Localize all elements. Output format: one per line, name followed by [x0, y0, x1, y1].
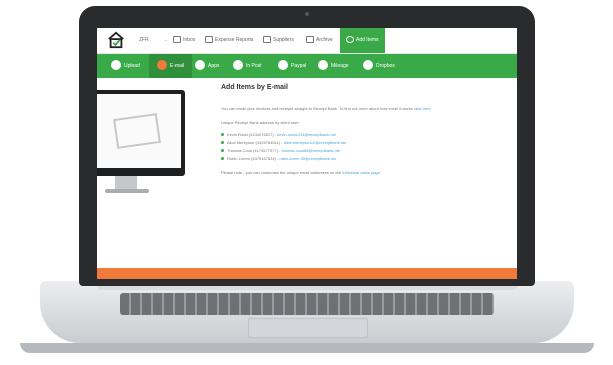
org-label: ZFR — [139, 37, 149, 43]
camera-icon — [305, 12, 309, 16]
footer-bar — [97, 268, 517, 279]
nav-archive[interactable]: Archive — [306, 28, 333, 53]
laptop-foot — [20, 343, 594, 353]
tab-mileage[interactable]: Mileage — [318, 54, 349, 78]
paypal-icon — [278, 59, 288, 70]
nav-inbox[interactable]: Inbox — [173, 28, 195, 53]
email-link[interactable]: thomas.cook88@receiptbank.me — [281, 148, 340, 153]
envelope-icon — [113, 113, 161, 149]
nav-add-items[interactable]: Add Items — [340, 28, 385, 53]
tab-apps[interactable]: Apps — [195, 54, 219, 78]
addresses-heading: Unique Receipt Bank address by client us… — [221, 120, 300, 125]
add-icon — [346, 36, 354, 44]
tab-paypal[interactable]: Paypal — [278, 54, 306, 78]
reports-icon — [205, 36, 213, 44]
email-link[interactable]: rubin.lorem.39@receiptbank.me — [279, 156, 336, 161]
individual-users-link[interactable]: Individual users page — [342, 170, 380, 175]
bullet-icon — [221, 133, 224, 137]
email-icon — [157, 59, 167, 70]
tab-in-post[interactable]: In Post — [233, 54, 262, 78]
org-selector[interactable]: ZFR ⌄ — [139, 28, 168, 53]
logo-icon[interactable] — [107, 31, 125, 49]
archive-icon — [306, 36, 314, 44]
intro-text: You can email your invoices and receipts… — [221, 106, 431, 111]
bullet-icon — [221, 149, 224, 153]
email-link[interactable]: kevin.rodd1234@receiptbank.me — [277, 132, 336, 137]
tab-email[interactable]: E-mail — [149, 54, 193, 78]
monitor-stand — [115, 176, 137, 190]
source-tabs: Upload E-mail Apps In Post Paypal Mileag… — [97, 54, 517, 78]
address-row: Thomas Cook (4174577977) - thomas.cook88… — [221, 148, 340, 153]
top-nav: ZFR ⌄ Inbox Expense Reports Suppliers Ar… — [97, 28, 517, 54]
tab-dropbox[interactable]: Dropbox — [363, 54, 395, 78]
tab-upload[interactable]: Upload — [111, 54, 140, 78]
apps-icon — [195, 59, 205, 70]
bullet-icon — [221, 157, 224, 161]
email-link[interactable]: alice.mereyson22@receiptbank.me — [284, 140, 347, 145]
address-row: Kevin Rodd (4134276517) - kevin.rodd1234… — [221, 132, 336, 137]
post-icon — [233, 59, 243, 70]
suppliers-icon — [263, 36, 271, 44]
upload-icon — [111, 59, 121, 70]
app-screen: ZFR ⌄ Inbox Expense Reports Suppliers Ar… — [97, 28, 517, 279]
page-title: Add Items by E-mail — [221, 84, 288, 91]
nav-expense-reports[interactable]: Expense Reports — [205, 28, 253, 53]
mileage-icon — [318, 59, 328, 70]
dropbox-icon — [363, 59, 373, 70]
inbox-icon — [173, 36, 181, 44]
note-text: Please note - you can customise the uniq… — [221, 170, 381, 175]
chevron-down-icon: ⌄ — [164, 37, 169, 43]
address-row: Alice Mereyson (4325764511) - alice.mere… — [221, 140, 346, 145]
click-here-link[interactable]: click here — [414, 106, 431, 111]
monitor-stand-base — [105, 189, 149, 193]
trackpad — [248, 318, 368, 338]
bullet-icon — [221, 141, 224, 145]
keyboard — [120, 293, 494, 315]
address-row: Rubin Lorem (4375167824) - rubin.lorem.3… — [221, 156, 336, 161]
nav-suppliers[interactable]: Suppliers — [263, 28, 294, 53]
